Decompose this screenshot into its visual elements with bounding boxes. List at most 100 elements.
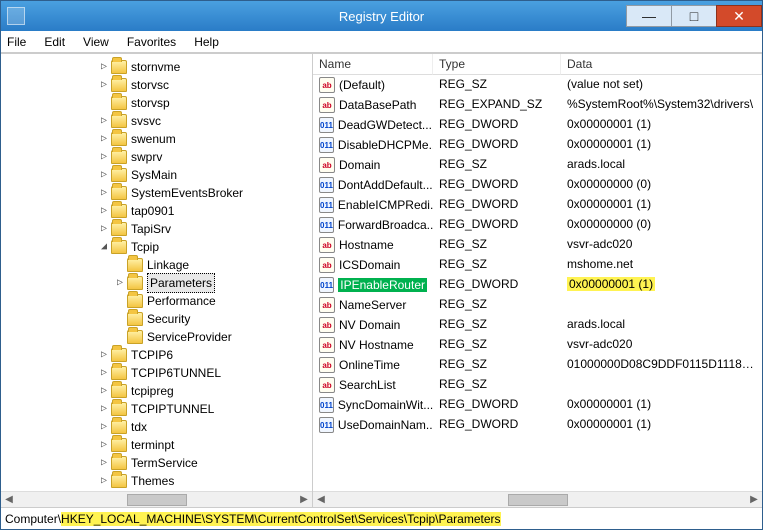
value-name[interactable]: abICSDomain: [313, 255, 433, 275]
tree-node[interactable]: ▷ TapiSrv: [1, 220, 312, 238]
tree-label[interactable]: terminpt: [131, 436, 174, 454]
tree-label[interactable]: TapiSrv: [131, 220, 171, 238]
expander-icon[interactable]: ▷: [97, 130, 111, 148]
expander-icon[interactable]: ▷: [97, 166, 111, 184]
expander-icon[interactable]: ▷: [97, 220, 111, 238]
tree-node[interactable]: ▷ tdx: [1, 418, 312, 436]
tree-node[interactable]: Linkage: [1, 256, 312, 274]
expander-icon[interactable]: ▷: [97, 76, 111, 94]
tree-label[interactable]: svsvc: [131, 112, 161, 130]
values-pane[interactable]: Name Type Data ab(Default)REG_SZ(value n…: [313, 54, 762, 507]
tree-node[interactable]: ▷ Parameters: [1, 274, 312, 292]
maximize-button[interactable]: □: [671, 5, 717, 27]
col-name[interactable]: Name: [313, 54, 433, 75]
expander-icon[interactable]: ▷: [113, 274, 127, 292]
tree-node[interactable]: storvsp: [1, 94, 312, 112]
tree-label[interactable]: SysMain: [131, 166, 177, 184]
menu-file[interactable]: File: [5, 33, 28, 51]
tree-label[interactable]: ServiceProvider: [147, 328, 232, 346]
menu-help[interactable]: Help: [192, 33, 221, 51]
tree-node[interactable]: ▷ TermService: [1, 454, 312, 472]
expander-icon[interactable]: ▷: [97, 202, 111, 220]
value-name[interactable]: 011DeadGWDetect...: [313, 115, 433, 135]
value-name[interactable]: 011EnableICMPRedi...: [313, 195, 433, 215]
tree-node[interactable]: ▷ TCPIP6: [1, 346, 312, 364]
value-name[interactable]: abOnlineTime: [313, 355, 433, 375]
menu-edit[interactable]: Edit: [42, 33, 67, 51]
value-name[interactable]: abHostname: [313, 235, 433, 255]
col-data[interactable]: Data: [561, 54, 762, 75]
tree-node[interactable]: ▷ stornvme: [1, 58, 312, 76]
tree-label[interactable]: Security: [147, 310, 190, 328]
minimize-button[interactable]: —: [626, 5, 672, 27]
tree-label[interactable]: swenum: [131, 130, 176, 148]
list-hscroll[interactable]: ◀▶: [313, 491, 762, 507]
expander-icon[interactable]: ▷: [97, 436, 111, 454]
expander-icon[interactable]: ◢: [97, 238, 111, 256]
tree-label[interactable]: tap0901: [131, 202, 174, 220]
expander-icon[interactable]: ▷: [97, 418, 111, 436]
tree-pane[interactable]: ▷ stornvme ▷ storvscstorvsp ▷ svsvc ▷ swenum ▷ sw…: [1, 54, 313, 507]
expander-icon[interactable]: ▷: [97, 472, 111, 490]
tree-label[interactable]: Parameters: [147, 273, 215, 293]
tree-label[interactable]: Tcpip: [131, 238, 159, 256]
tree-node[interactable]: ▷ TCPIPTUNNEL: [1, 400, 312, 418]
value-name[interactable]: 011DisableDHCPMe...: [313, 135, 433, 155]
tree-label[interactable]: Themes: [131, 472, 174, 490]
expander-icon[interactable]: ▷: [97, 454, 111, 472]
tree-node[interactable]: ▷ SystemEventsBroker: [1, 184, 312, 202]
tree-node[interactable]: ▷ Themes: [1, 472, 312, 490]
value-name[interactable]: abDataBasePath: [313, 95, 433, 115]
tree-node[interactable]: ▷ storvsc: [1, 76, 312, 94]
tree-node[interactable]: ▷ tcpipreg: [1, 382, 312, 400]
tree-label[interactable]: SystemEventsBroker: [131, 184, 243, 202]
menu-view[interactable]: View: [81, 33, 111, 51]
tree-label[interactable]: Linkage: [147, 256, 189, 274]
tree-hscroll[interactable]: ◀▶: [1, 491, 312, 507]
expander-icon[interactable]: ▷: [97, 148, 111, 166]
value-name[interactable]: 011SyncDomainWit...: [313, 395, 433, 415]
tree-node[interactable]: ▷ SysMain: [1, 166, 312, 184]
tree-label[interactable]: storvsc: [131, 76, 169, 94]
value-name[interactable]: 011IPEnableRouter: [313, 275, 433, 295]
col-type[interactable]: Type: [433, 54, 561, 75]
expander-icon[interactable]: ▷: [97, 112, 111, 130]
expander-icon[interactable]: ▷: [97, 400, 111, 418]
expander-icon[interactable]: ▷: [97, 346, 111, 364]
tree-node[interactable]: ▷ swprv: [1, 148, 312, 166]
value-name[interactable]: abDomain: [313, 155, 433, 175]
expander-icon[interactable]: ▷: [97, 184, 111, 202]
value-name[interactable]: abSearchList: [313, 375, 433, 395]
menu-favorites[interactable]: Favorites: [125, 33, 178, 51]
tree-label[interactable]: TermService: [131, 454, 198, 472]
tree-label[interactable]: storvsp: [131, 94, 170, 112]
tree-node[interactable]: ServiceProvider: [1, 328, 312, 346]
tree-label[interactable]: tdx: [131, 418, 147, 436]
value-name[interactable]: 011UseDomainNam...: [313, 415, 433, 435]
value-name[interactable]: abNameServer: [313, 295, 433, 315]
expander-icon[interactable]: ▷: [97, 58, 111, 76]
expander-icon[interactable]: ▷: [97, 382, 111, 400]
tree-label[interactable]: swprv: [131, 148, 162, 166]
value-name[interactable]: abNV Hostname: [313, 335, 433, 355]
tree-node[interactable]: ▷ tap0901: [1, 202, 312, 220]
expander-icon[interactable]: ▷: [97, 364, 111, 382]
value-name[interactable]: abNV Domain: [313, 315, 433, 335]
value-name[interactable]: 011ForwardBroadca...: [313, 215, 433, 235]
tree-node[interactable]: ▷ terminpt: [1, 436, 312, 454]
tree-label[interactable]: tcpipreg: [131, 382, 174, 400]
tree-node[interactable]: ▷ swenum: [1, 130, 312, 148]
tree-label[interactable]: stornvme: [131, 58, 180, 76]
value-name[interactable]: 011DontAddDefault...: [313, 175, 433, 195]
tree-node[interactable]: Performance: [1, 292, 312, 310]
tree-node[interactable]: Security: [1, 310, 312, 328]
tree-node[interactable]: ◢ Tcpip: [1, 238, 312, 256]
tree-label[interactable]: TCPIPTUNNEL: [131, 400, 214, 418]
tree-label[interactable]: TCPIP6TUNNEL: [131, 364, 221, 382]
tree-node[interactable]: ▷ svsvc: [1, 112, 312, 130]
tree-label[interactable]: Performance: [147, 292, 216, 310]
tree-label[interactable]: TCPIP6: [131, 346, 173, 364]
value-name[interactable]: ab(Default): [313, 75, 433, 95]
tree-node[interactable]: ▷ TCPIP6TUNNEL: [1, 364, 312, 382]
close-button[interactable]: ✕: [716, 5, 762, 27]
